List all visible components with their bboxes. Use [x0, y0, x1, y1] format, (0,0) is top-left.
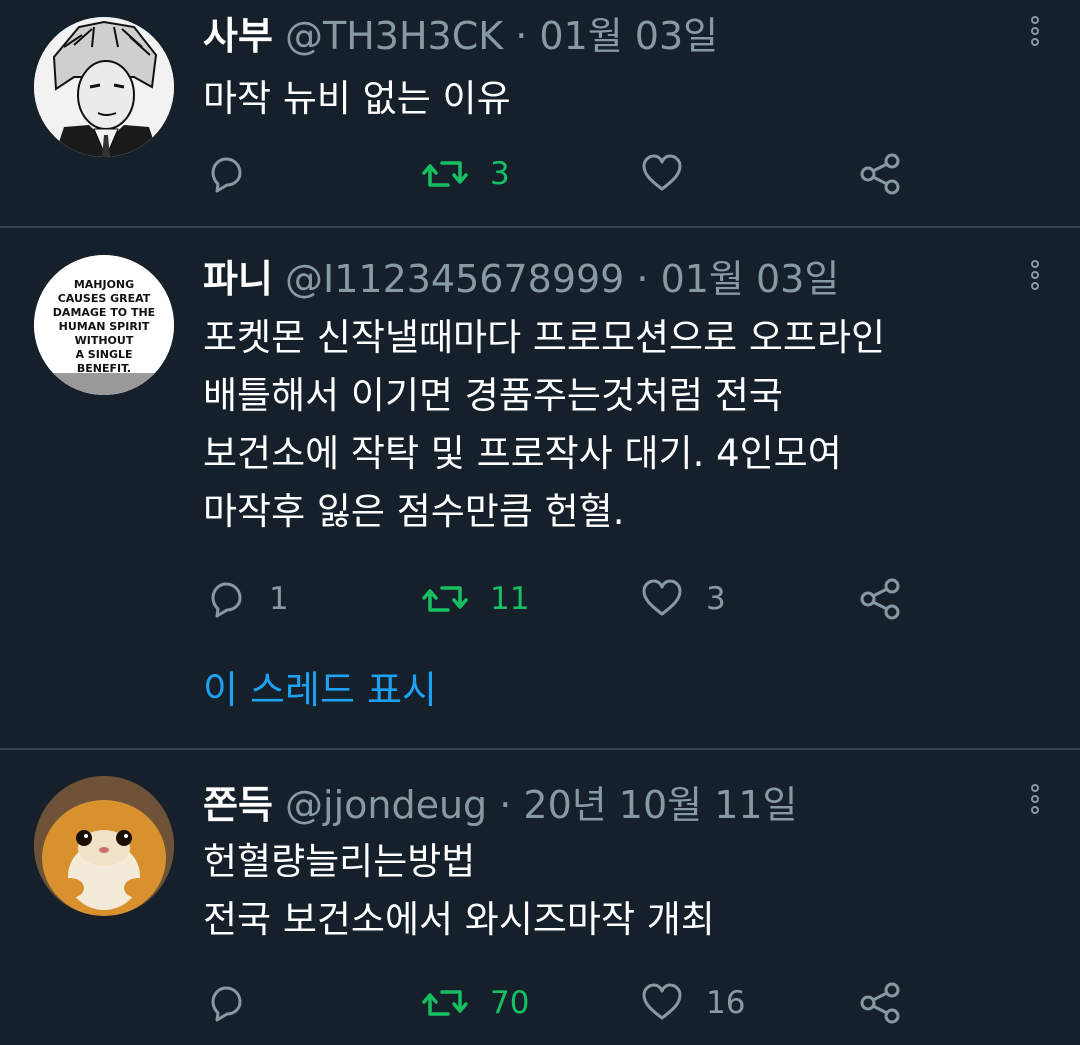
- reply-button[interactable]: [205, 149, 269, 199]
- retweet-icon: [422, 990, 468, 1016]
- tweet-text-line: 포켓몬 신작낼때마다 프로모션으로 오프라인: [203, 316, 886, 359]
- tweet-text: 헌혈량늘리는방법 전국 보건소에서 와시즈마작 개최: [203, 833, 1000, 949]
- retweet-count: 11: [490, 581, 530, 617]
- avatar-text-line: BENEFIT.: [77, 362, 131, 375]
- avatar[interactable]: [34, 776, 174, 916]
- handle-and-date[interactable]: @I112345678999 · 01월 03일: [285, 257, 839, 301]
- more-icon[interactable]: [1028, 16, 1042, 56]
- retweet-button[interactable]: 70: [422, 978, 529, 1028]
- share-button[interactable]: [858, 574, 904, 624]
- tweet[interactable]: 사부 @TH3H3CK · 01월 03일 마작 뉴비 없는 이유 3: [0, 0, 1080, 226]
- retweet-count: 70: [490, 985, 530, 1021]
- display-name[interactable]: 파니: [203, 257, 273, 301]
- tweet-text: 마작 뉴비 없는 이유: [203, 70, 1000, 128]
- avatar-text-line: DAMAGE TO THE: [53, 306, 155, 319]
- reply-count: 1: [269, 581, 289, 617]
- avatar-image: [34, 776, 174, 916]
- tweet-actions: 1 11 3: [0, 574, 1080, 624]
- show-thread-link[interactable]: 이 스레드 표시: [203, 664, 437, 716]
- tweet-text: 포켓몬 신작낼때마다 프로모션으로 오프라인 배틀해서 이기면 경품주는것처럼 …: [203, 309, 1000, 541]
- tweet-text-line: 배틀해서 이기면 경품주는것처럼 전국: [203, 374, 783, 417]
- retweet-icon: [422, 586, 468, 612]
- avatar-text-line: HUMAN SPIRIT: [59, 320, 150, 333]
- like-icon: [642, 983, 682, 1020]
- like-icon: [642, 154, 682, 191]
- like-icon: [642, 579, 682, 616]
- tweet-header: 사부 @TH3H3CK · 01월 03일: [203, 10, 1000, 62]
- avatar[interactable]: [34, 17, 174, 157]
- reply-button[interactable]: 1: [205, 574, 289, 624]
- reply-button[interactable]: [205, 978, 269, 1028]
- avatar-image: MAHJONG CAUSES GREAT DAMAGE TO THE HUMAN…: [34, 255, 174, 395]
- tweet-header: 파니 @I112345678999 · 01월 03일: [203, 253, 1000, 305]
- handle-and-date[interactable]: @jjondeug · 20년 10월 11일: [285, 783, 798, 827]
- avatar-image: [34, 17, 174, 157]
- avatar-text-line: CAUSES GREAT: [58, 292, 151, 305]
- tweet[interactable]: 쫀득 @jjondeug · 20년 10월 11일 헌혈량늘리는방법 전국 보…: [0, 750, 1080, 1045]
- handle-and-date[interactable]: @TH3H3CK · 01월 03일: [285, 14, 718, 58]
- like-button[interactable]: [640, 149, 706, 199]
- share-icon: [860, 153, 900, 195]
- tweet-header: 쫀득 @jjondeug · 20년 10월 11일: [203, 779, 1000, 831]
- retweet-button[interactable]: 11: [422, 574, 529, 624]
- reply-icon: [211, 157, 242, 193]
- avatar[interactable]: MAHJONG CAUSES GREAT DAMAGE TO THE HUMAN…: [34, 255, 174, 395]
- avatar-text-line: A SINGLE: [75, 348, 132, 361]
- tweet-actions: 70 16: [0, 978, 1080, 1028]
- tweet-actions: 3: [0, 149, 1080, 199]
- retweet-count: 3: [490, 156, 510, 192]
- tweet-text-line: 전국 보건소에서 와시즈마작 개최: [203, 898, 715, 941]
- reply-icon: [211, 582, 242, 618]
- like-button[interactable]: 3: [640, 574, 726, 624]
- retweet-icon: [422, 161, 468, 187]
- like-button[interactable]: 16: [640, 978, 745, 1028]
- display-name[interactable]: 사부: [203, 14, 273, 58]
- tweet[interactable]: MAHJONG CAUSES GREAT DAMAGE TO THE HUMAN…: [0, 228, 1080, 748]
- share-icon: [860, 578, 900, 620]
- share-button[interactable]: [858, 978, 904, 1028]
- like-count: 16: [706, 985, 746, 1021]
- share-button[interactable]: [858, 149, 904, 199]
- more-icon[interactable]: [1028, 260, 1042, 300]
- tweet-text-line: 보건소에 작탁 및 프로작사 대기. 4인모여: [203, 432, 842, 475]
- avatar-text-line: WITHOUT: [75, 334, 134, 347]
- share-icon: [860, 982, 900, 1024]
- tweet-text-line: 헌혈량늘리는방법: [203, 840, 476, 883]
- tweet-text-line: 마작 뉴비 없는 이유: [203, 77, 511, 120]
- avatar-text-line: MAHJONG: [74, 278, 134, 291]
- retweet-button[interactable]: 3: [422, 149, 510, 199]
- tweet-text-line: 마작후 잃은 점수만큼 헌혈.: [203, 490, 625, 533]
- more-icon[interactable]: [1028, 784, 1042, 824]
- display-name[interactable]: 쫀득: [203, 783, 273, 827]
- like-count: 3: [706, 581, 726, 617]
- reply-icon: [211, 986, 242, 1022]
